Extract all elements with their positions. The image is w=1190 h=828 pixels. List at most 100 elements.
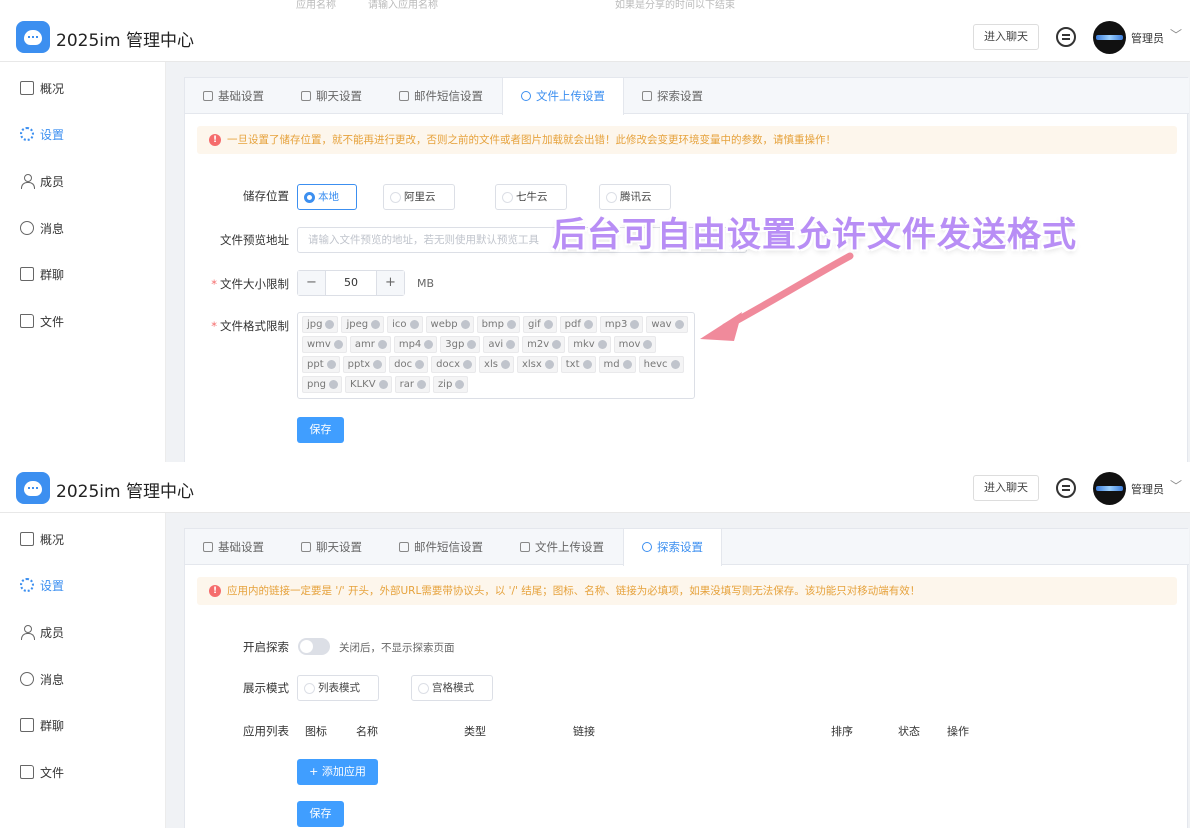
add-app-button[interactable]: + 添加应用 (297, 759, 378, 785)
mode-option-list[interactable]: 列表模式 (297, 675, 379, 701)
close-icon[interactable] (329, 380, 339, 389)
close-icon[interactable] (326, 360, 336, 369)
tab-file-upload[interactable]: 文件上传设置 (502, 529, 623, 565)
close-icon[interactable] (325, 320, 335, 329)
close-icon[interactable] (373, 360, 383, 369)
tab-mail-sms[interactable]: 邮件短信设置 (381, 529, 502, 565)
storage-option-aliyun[interactable]: 阿里云 (383, 184, 455, 210)
sidebar-item-members[interactable]: 成员 (20, 171, 64, 191)
mode-option-grid[interactable]: 宫格模式 (411, 675, 493, 701)
close-icon[interactable] (582, 360, 592, 369)
settings-tabs: 基础设置 聊天设置 邮件短信设置 文件上传设置 探索设置 (185, 529, 1189, 566)
sidebar-item-files[interactable]: 文件 (20, 311, 64, 331)
close-icon[interactable] (506, 340, 516, 349)
screenshot-panel-file-upload: 2025im 管理中心 进入聊天 管理员 ﹀ 概况 设置 成员 消息 群聊 文件… (0, 12, 1190, 462)
gear-icon (203, 542, 213, 552)
file-format-tag-label: bmp (481, 319, 504, 330)
close-icon[interactable] (377, 340, 387, 349)
sidebar-item-overview[interactable]: 概况 (20, 78, 64, 98)
tab-basic[interactable]: 基础设置 (185, 78, 283, 114)
sidebar-item-messages[interactable]: 消息 (20, 669, 64, 689)
enter-chat-button[interactable]: 进入聊天 (973, 475, 1039, 501)
column-header: 操作 (947, 725, 969, 738)
tab-chat[interactable]: 聊天设置 (283, 78, 381, 114)
warning-alert: ! 应用内的链接一定要是 '/' 开头，外部URL需要带协议头，以 '/' 结尾… (197, 577, 1177, 605)
tab-explore[interactable]: 探索设置 (624, 78, 722, 114)
tab-label: 基础设置 (218, 89, 264, 103)
close-icon[interactable] (643, 340, 653, 349)
file-format-tag-label: mp3 (604, 319, 628, 330)
close-icon[interactable] (583, 320, 593, 329)
storage-label: 储存位置 (243, 189, 289, 203)
chevron-down-icon[interactable]: ﹀ (1170, 477, 1182, 494)
warning-icon: ! (209, 134, 221, 146)
sidebar-item-settings[interactable]: 设置 (20, 575, 64, 595)
file-format-tag-input[interactable]: jpg jpeg ico webp bmp gif pdf mp3 wav wmv amr mp4 3g… (297, 312, 695, 399)
sidebar-item-label: 成员 (40, 174, 65, 189)
close-icon[interactable] (597, 340, 607, 349)
file-format-tag-label: KLKV (350, 379, 376, 390)
chevron-down-icon[interactable]: ﹀ (1170, 26, 1182, 43)
file-format-tag: webp (425, 316, 474, 333)
user-name[interactable]: 管理员 (1131, 30, 1164, 46)
sidebar-item-label: 群聊 (40, 267, 65, 282)
close-icon[interactable] (455, 380, 465, 389)
avatar[interactable] (1093, 472, 1126, 505)
sidebar-item-group-chats[interactable]: 群聊 (20, 715, 64, 735)
close-icon[interactable] (463, 360, 473, 369)
decrement-button[interactable]: − (298, 271, 325, 295)
close-icon[interactable] (543, 320, 553, 329)
avatar[interactable] (1093, 21, 1126, 54)
close-icon[interactable] (467, 340, 477, 349)
increment-button[interactable]: + (377, 271, 404, 295)
file-format-tag-label: png (307, 379, 327, 390)
file-size-value[interactable]: 50 (325, 271, 377, 295)
close-icon[interactable] (424, 340, 434, 349)
close-icon[interactable] (552, 340, 562, 349)
close-icon[interactable] (500, 360, 510, 369)
close-icon[interactable] (507, 320, 516, 329)
explore-toggle-switch[interactable] (298, 638, 330, 655)
close-icon[interactable] (630, 320, 640, 329)
sidebar-item-label: 概况 (40, 532, 65, 547)
save-button[interactable]: 保存 (297, 417, 344, 443)
chat-bubble-icon[interactable] (1056, 478, 1076, 498)
tab-file-upload[interactable]: 文件上传设置 (502, 78, 624, 115)
cloud-upload-icon (520, 542, 530, 552)
user-name[interactable]: 管理员 (1131, 481, 1164, 497)
save-button[interactable]: 保存 (297, 801, 344, 827)
tab-chat[interactable]: 聊天设置 (283, 529, 381, 565)
sidebar-item-messages[interactable]: 消息 (20, 218, 64, 238)
tab-basic[interactable]: 基础设置 (185, 529, 283, 565)
close-icon[interactable] (460, 320, 470, 329)
file-size-unit: MB (417, 277, 435, 290)
close-icon[interactable] (371, 320, 381, 329)
close-icon[interactable] (544, 360, 554, 369)
close-icon[interactable] (333, 340, 343, 349)
file-format-tag-label: webp (430, 319, 458, 330)
sidebar-item-files[interactable]: 文件 (20, 762, 64, 782)
close-icon[interactable] (670, 360, 680, 369)
column-header: 名称 (356, 725, 378, 738)
mail-icon (399, 542, 409, 552)
file-format-tag: mov (613, 336, 657, 353)
gear-icon (20, 578, 34, 592)
storage-option-local[interactable]: 本地 (297, 184, 357, 210)
tab-mail-sms[interactable]: 邮件短信设置 (381, 78, 502, 114)
sidebar-item-members[interactable]: 成员 (20, 622, 64, 642)
sidebar-item-overview[interactable]: 概况 (20, 529, 64, 549)
tab-explore[interactable]: 探索设置 (623, 529, 722, 566)
file-size-stepper[interactable]: − 50 + (297, 270, 405, 296)
close-icon[interactable] (415, 360, 425, 369)
folder-icon (20, 765, 34, 779)
sidebar-item-settings[interactable]: 设置 (20, 124, 64, 144)
close-icon[interactable] (416, 380, 426, 389)
enter-chat-button[interactable]: 进入聊天 (973, 24, 1039, 50)
sidebar-item-group-chats[interactable]: 群聊 (20, 264, 64, 284)
chat-bubble-icon[interactable] (1056, 27, 1076, 47)
close-icon[interactable] (622, 360, 632, 369)
file-format-tag-label: wmv (307, 339, 331, 350)
close-icon[interactable] (409, 320, 419, 329)
file-format-tag-label: 3gp (445, 339, 465, 350)
close-icon[interactable] (378, 380, 388, 389)
